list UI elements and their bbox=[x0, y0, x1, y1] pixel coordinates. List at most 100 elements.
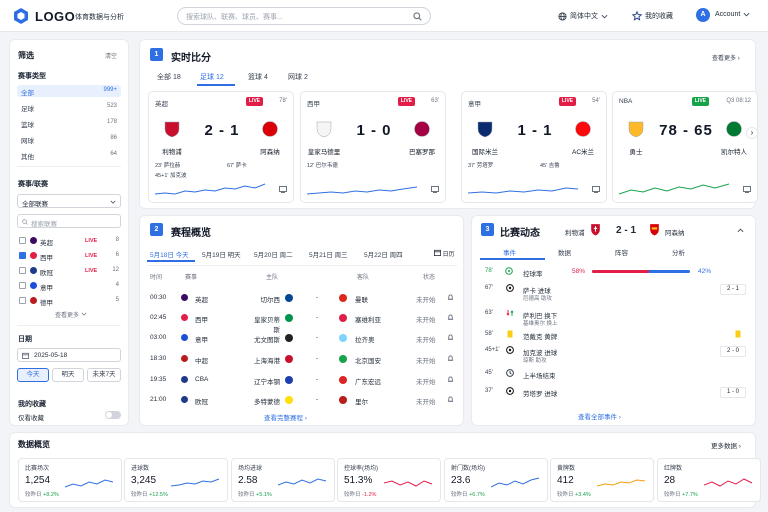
league-item-laliga[interactable]: 西甲 LIVE 6 bbox=[19, 250, 119, 262]
logo-text[interactable]: LOGO bbox=[35, 9, 75, 24]
carousel-next-button[interactable]: › bbox=[746, 127, 758, 139]
tv-icon[interactable] bbox=[592, 186, 600, 193]
search-icon bbox=[22, 218, 28, 225]
match-card[interactable]: 西甲 LIVE 63' 1 - 0 皇家马德里 巴塞罗那 12' 巴尔韦德 bbox=[300, 91, 446, 203]
league-item-seriea[interactable]: 意甲 4 bbox=[19, 280, 119, 292]
league-item-premier[interactable]: 英超 LIVE 8 bbox=[19, 235, 119, 247]
day-tab-3[interactable]: 5月21日 周三 bbox=[309, 249, 348, 259]
day-tab-2[interactable]: 5月20日 周二 bbox=[254, 249, 293, 259]
schedule-row[interactable]: 18:30 中超 上海海港 - 北京国安 未开始 bbox=[148, 350, 463, 370]
schedule-row[interactable]: 00:30 英超 切尔西 - 曼联 未开始 bbox=[148, 289, 463, 309]
premier-league-icon bbox=[30, 237, 37, 244]
live-more-link[interactable]: 查看更多 › bbox=[712, 53, 740, 62]
tv-icon[interactable] bbox=[279, 186, 287, 193]
type-label: 其他 bbox=[21, 154, 34, 161]
type-item-football[interactable]: 足球 523 bbox=[17, 101, 121, 113]
checkbox[interactable] bbox=[19, 282, 26, 289]
chevron-up-icon[interactable] bbox=[737, 227, 744, 234]
arsenal-crest-icon bbox=[650, 224, 659, 236]
date-week-button[interactable]: 未来7天 bbox=[87, 368, 121, 382]
stat-label: 比赛场次 bbox=[25, 466, 50, 472]
day-tab-1[interactable]: 5月19日 明天 bbox=[202, 249, 241, 259]
tab-all[interactable]: 全部 18 bbox=[157, 72, 181, 82]
possession-label: 控球率 bbox=[523, 271, 543, 278]
checkbox[interactable] bbox=[19, 267, 26, 274]
fav-only-toggle[interactable] bbox=[105, 411, 121, 419]
bell-icon[interactable] bbox=[447, 294, 454, 303]
event-row[interactable]: 67' 萨卡 进球 厄德高 助攻 2 - 1 bbox=[480, 284, 750, 302]
type-item-basketball[interactable]: 篮球 178 bbox=[17, 117, 121, 129]
schedule-row[interactable]: 21:00 欧冠 多特蒙德 - 里尔 未开始 bbox=[148, 391, 463, 411]
avatar[interactable]: A bbox=[696, 8, 710, 22]
schedule-row[interactable]: 03:00 意甲 尤文图斯 - 拉齐奥 未开始 bbox=[148, 329, 463, 349]
match-card[interactable]: 意甲 LIVE 54' 1 - 1 国际米兰 AC米兰 37' 劳塔罗 45' … bbox=[461, 91, 607, 203]
day-tab-today[interactable]: 5月18日 今天 bbox=[150, 249, 189, 259]
calendar-button[interactable]: 日历 bbox=[434, 249, 455, 258]
account-menu[interactable]: Account bbox=[715, 11, 750, 18]
day-tab-4[interactable]: 5月22日 周四 bbox=[364, 249, 403, 259]
type-count: 999+ bbox=[103, 87, 117, 93]
show-more-leagues[interactable]: 查看更多 bbox=[55, 310, 87, 319]
checkbox[interactable] bbox=[19, 297, 26, 304]
row-time: 21:00 bbox=[150, 396, 167, 403]
search-icon[interactable] bbox=[413, 12, 422, 21]
bell-icon[interactable] bbox=[447, 396, 454, 405]
all-events-link[interactable]: 查看全部事件 › bbox=[578, 411, 621, 421]
type-item-all[interactable]: 全部 999+ bbox=[17, 85, 121, 97]
stat-card[interactable]: 比赛场次 1,254 较昨日 +8.2% bbox=[18, 458, 122, 502]
search-input[interactable]: 搜索球队、联赛、球员、赛事... bbox=[177, 7, 431, 25]
tv-icon[interactable] bbox=[743, 186, 751, 193]
overview-more-link[interactable]: 更多数据 › bbox=[711, 440, 741, 450]
logo-subtitle: 体育数据与分析 bbox=[75, 14, 124, 21]
event-row[interactable]: 45+1' 加克波 进球 琼斯 助攻 2 - 0 bbox=[480, 346, 750, 364]
row-status: 未开始 bbox=[416, 379, 436, 386]
league-item-ucl[interactable]: 欧冠 LIVE 12 bbox=[19, 265, 119, 277]
chevron-down-icon bbox=[743, 12, 750, 17]
favorites-link[interactable]: 我的收藏 bbox=[632, 11, 673, 21]
event-row[interactable]: 37' 劳塔罗 进球 1 - 0 bbox=[480, 387, 750, 405]
dyn-tab-analysis[interactable]: 分析 bbox=[672, 247, 685, 257]
clear-filters-button[interactable]: 清空 bbox=[105, 51, 117, 60]
date-picker[interactable]: 2025-05-18 bbox=[17, 348, 121, 362]
bell-icon[interactable] bbox=[447, 376, 454, 385]
bell-icon[interactable] bbox=[447, 334, 454, 343]
full-schedule-link[interactable]: 查看完整赛程 › bbox=[264, 412, 307, 422]
tab-tennis[interactable]: 网球 2 bbox=[288, 72, 308, 82]
possession-icon bbox=[505, 267, 513, 275]
tv-icon[interactable] bbox=[431, 186, 439, 193]
dyn-home-team: 利物浦 bbox=[565, 230, 585, 237]
stat-card[interactable]: 射门数(场均) 23.6 较昨日 +6.7% bbox=[444, 458, 548, 502]
checkbox-checked[interactable] bbox=[19, 252, 26, 259]
date-today-button[interactable]: 今天 bbox=[17, 368, 49, 382]
stat-card[interactable]: 场均进球 2.58 较昨日 +5.1% bbox=[231, 458, 335, 502]
checkbox[interactable] bbox=[19, 237, 26, 244]
league-search-input[interactable]: 搜索联赛 bbox=[17, 214, 121, 228]
schedule-row[interactable]: 02:45 西甲 皇家贝蒂斯 - 塞维利亚 未开始 bbox=[148, 309, 463, 334]
match-card[interactable]: NBA LIVE Q3 08:12 78 - 65 勇士 凯尔特人 bbox=[612, 91, 758, 203]
stat-card[interactable]: 红牌数 28 较昨日 +7.7% bbox=[657, 458, 761, 502]
dyn-tab-data[interactable]: 数据 bbox=[558, 247, 571, 257]
date-tomorrow-button[interactable]: 明天 bbox=[52, 368, 84, 382]
match-card[interactable]: 英超 LIVE 78' 2 - 1 利物浦 阿森纳 23' 萨拉赫 45+1' … bbox=[148, 91, 294, 203]
event-row[interactable]: 45' 上半场结束 bbox=[480, 369, 750, 387]
schedule-row[interactable]: 19:35 CBA 辽宁本钢 - 广东宏远 未开始 bbox=[148, 371, 463, 391]
league-item-bundesliga[interactable]: 德甲 5 bbox=[19, 295, 119, 307]
type-item-other[interactable]: 其他 64 bbox=[17, 149, 121, 161]
bell-icon[interactable] bbox=[447, 314, 454, 323]
tab-football[interactable]: 足球 12 bbox=[200, 72, 224, 82]
stat-card[interactable]: 进球数 3,245 较昨日 +12.5% bbox=[124, 458, 228, 502]
bell-icon[interactable] bbox=[447, 355, 454, 364]
tab-basketball[interactable]: 篮球 4 bbox=[248, 72, 268, 82]
stat-card[interactable]: 黄牌数 412 较昨日 +3.4% bbox=[550, 458, 654, 502]
row-league: 中超 bbox=[195, 358, 208, 365]
language-selector[interactable]: 简体中文 bbox=[558, 11, 608, 21]
stat-delta: +6.7% bbox=[469, 492, 485, 498]
goal-ball-icon bbox=[506, 284, 514, 294]
dyn-tab-lineup[interactable]: 阵容 bbox=[615, 247, 628, 257]
event-row[interactable]: 63' 萨利巴 换下 基维奥尔 换上 bbox=[480, 309, 750, 327]
league-select[interactable]: 全部联赛 bbox=[17, 194, 121, 208]
dyn-tab-events[interactable]: 事件 bbox=[503, 247, 516, 257]
row-status: 未开始 bbox=[416, 297, 436, 304]
stat-card[interactable]: 控球率(场均) 51.3% 较昨日 -1.2% bbox=[337, 458, 441, 502]
type-item-tennis[interactable]: 网球 86 bbox=[17, 133, 121, 145]
